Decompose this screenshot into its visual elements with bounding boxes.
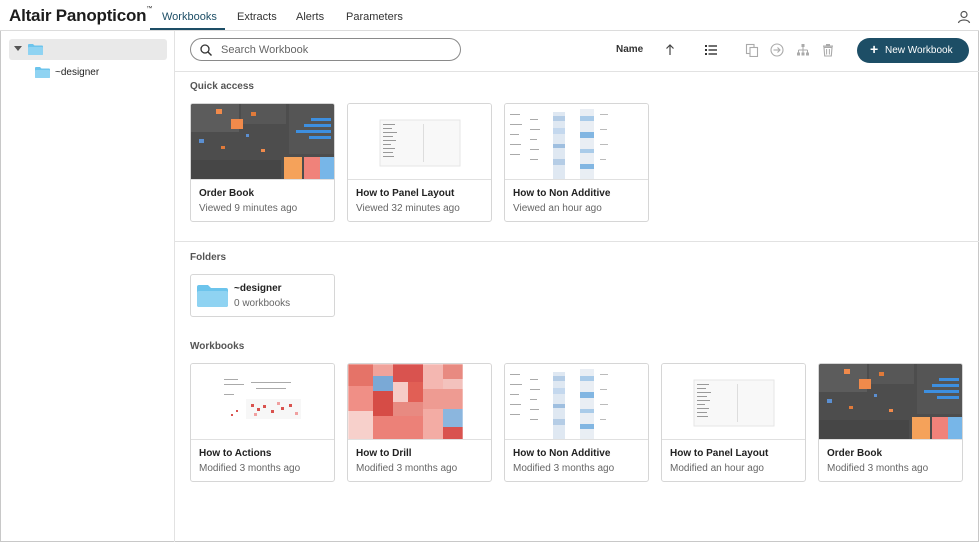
folder-count: 0 workbooks (234, 298, 291, 309)
divider (175, 71, 979, 72)
tab-workbooks[interactable]: Workbooks (162, 11, 217, 23)
move-icon[interactable] (770, 43, 784, 57)
folder-icon (197, 285, 228, 307)
workbook-card[interactable]: How to Drill Modified 3 months ago (347, 363, 492, 482)
workbook-card[interactable]: How to Non Additive Modified 3 months ag… (504, 363, 649, 482)
delete-icon[interactable] (821, 43, 835, 57)
plus-icon: + (870, 41, 879, 57)
card-subtitle: Modified 3 months ago (513, 463, 615, 474)
folders-title: Folders (190, 252, 227, 263)
card-title: How to Panel Layout (356, 188, 455, 199)
card-subtitle: Modified 3 months ago (827, 463, 929, 474)
search-input[interactable]: Search Workbook (190, 38, 461, 61)
new-workbook-button[interactable]: + New Workbook (857, 38, 969, 63)
card-subtitle: Modified 3 months ago (199, 463, 301, 474)
panel-layout-thumbnail (662, 364, 805, 440)
card-subtitle: Viewed an hour ago (513, 203, 602, 214)
hierarchy-icon[interactable] (796, 43, 810, 57)
tree-root-item[interactable] (9, 39, 167, 60)
folder-tree-sidebar: ~designer (0, 31, 175, 542)
folder-icon (35, 67, 50, 78)
card-subtitle: Viewed 32 minutes ago (356, 203, 460, 214)
list-view-icon[interactable] (704, 43, 718, 57)
top-bar: Altair Panopticon™ Workbooks Extracts Al… (0, 0, 979, 31)
sort-ascending-icon[interactable] (663, 43, 677, 57)
card-title: Order Book (827, 448, 883, 459)
workbook-card[interactable]: Order Book Modified 3 months ago (818, 363, 963, 482)
caret-down-icon[interactable] (14, 46, 22, 51)
user-icon[interactable] (957, 10, 971, 24)
active-tab-indicator (150, 28, 225, 30)
treemap-dark-thumbnail (819, 364, 962, 440)
card-title: Order Book (199, 188, 255, 199)
treemap-dark-thumbnail (191, 104, 334, 180)
quick-access-title: Quick access (190, 81, 254, 92)
workbooks-title: Workbooks (190, 341, 245, 352)
card-title: How to Drill (356, 448, 412, 459)
tab-parameters[interactable]: Parameters (346, 11, 403, 23)
card-subtitle: Viewed 9 minutes ago (199, 203, 298, 214)
card-subtitle: Modified an hour ago (670, 463, 764, 474)
card-title: How to Actions (199, 448, 272, 459)
card-title: How to Non Additive (513, 448, 611, 459)
workbook-card[interactable]: How to Panel Layout Viewed 32 minutes ag… (347, 103, 492, 222)
search-icon (200, 44, 212, 56)
panel-layout-thumbnail (348, 104, 491, 180)
tree-item-designer[interactable]: ~designer (55, 67, 99, 78)
non-additive-thumbnail (505, 364, 648, 440)
non-additive-thumbnail (505, 104, 648, 180)
card-subtitle: Modified 3 months ago (356, 463, 458, 474)
workbook-card[interactable]: How to Actions Modified 3 months ago (190, 363, 335, 482)
card-title: How to Panel Layout (670, 448, 769, 459)
divider (175, 241, 979, 242)
card-title: How to Non Additive (513, 188, 611, 199)
actions-thumbnail (191, 364, 334, 440)
folder-name: ~designer (234, 283, 282, 294)
treemap-red-thumbnail (348, 364, 491, 440)
workbook-card[interactable]: How to Panel Layout Modified an hour ago (661, 363, 806, 482)
tab-alerts[interactable]: Alerts (296, 11, 324, 23)
workbook-card[interactable]: How to Non Additive Viewed an hour ago (504, 103, 649, 222)
folder-card[interactable]: ~designer 0 workbooks (190, 274, 335, 317)
tab-extracts[interactable]: Extracts (237, 11, 277, 23)
search-placeholder: Search Workbook (221, 44, 309, 56)
workbook-card[interactable]: Order Book Viewed 9 minutes ago (190, 103, 335, 222)
sort-field-label[interactable]: Name (616, 44, 643, 55)
brand-logo: Altair Panopticon™ (9, 6, 153, 25)
folder-icon (28, 44, 43, 55)
copy-icon[interactable] (745, 43, 759, 57)
